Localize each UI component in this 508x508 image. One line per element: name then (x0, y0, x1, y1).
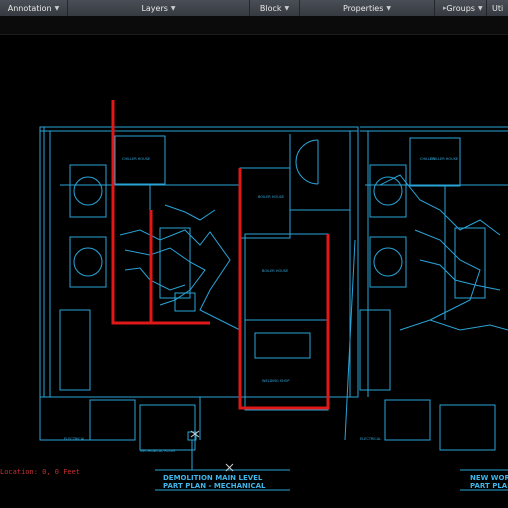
dropdown-arrow-icon: ▼ (477, 4, 483, 12)
ribbon-panel-annotation[interactable]: Annotation ▼ (0, 0, 68, 16)
room-label: ELECTRICAL (360, 437, 381, 441)
panel-label: Properties (342, 3, 384, 13)
left-plan-title: DEMOLITION MAIN LEVEL PART PLAN - MECHAN… (163, 474, 265, 490)
ribbon-panel-properties[interactable]: Properties ▼ (300, 0, 435, 16)
title-line-2: PART PLAN - (470, 482, 508, 490)
dropdown-arrow-icon: ▼ (170, 4, 176, 12)
room-label: CHILLER HOUSE (122, 157, 150, 161)
markup-line-left (111, 100, 210, 325)
drawing-canvas[interactable]: CHILLER HOUSE BOILER HOUSE BOILER HOUSE WEL… (0, 34, 508, 508)
ribbon-panel-block[interactable]: Block ▼ (250, 0, 300, 16)
room-label: CHILLER HOUSE (430, 157, 458, 161)
drawing-linework: CHILLER HOUSE BOILER HOUSE BOILER HOUSE WEL… (39, 100, 508, 491)
room-label: BOILER HOUSE (258, 195, 284, 199)
ribbon-panel-layers[interactable]: Layers ▼ (68, 0, 250, 16)
room-label: ELECTRICAL (64, 437, 85, 441)
room-label: BOILER HOUSE (262, 269, 288, 273)
coordinate-readout: Location: 0, 0 Feet (0, 468, 81, 476)
file-tab-strip (0, 16, 508, 35)
panel-label: Annotation (7, 3, 52, 13)
room-label: WELDING SHOP (262, 379, 290, 383)
dropdown-arrow-icon: ▼ (284, 4, 290, 12)
panel-label: Uti (492, 3, 504, 13)
dropdown-arrow-icon: ▼ (386, 4, 392, 12)
ribbon-panel-bar: Annotation ▼ Layers ▼ Block ▼ Properties… (0, 0, 508, 17)
title-line-1: NEW WORK M (470, 474, 508, 482)
dropdown-arrow-icon: ▼ (54, 4, 60, 12)
panel-label: Groups (446, 3, 475, 13)
ribbon-panel-groups[interactable]: ▸ Groups ▼ (435, 0, 487, 16)
right-plan-title: NEW WORK M PART PLAN - (470, 474, 508, 490)
panel-launcher-icon[interactable]: ▸ (443, 4, 447, 12)
panel-label: Layers (141, 3, 168, 13)
panel-label: Block (259, 3, 282, 13)
room-label: MECHANICAL ROOM (140, 449, 175, 453)
title-line-2: PART PLAN - MECHANICAL (163, 482, 266, 490)
ribbon-panel-utilities[interactable]: Uti (487, 0, 508, 16)
markup-line-center (238, 168, 330, 410)
title-line-1: DEMOLITION MAIN LEVEL (163, 474, 263, 482)
